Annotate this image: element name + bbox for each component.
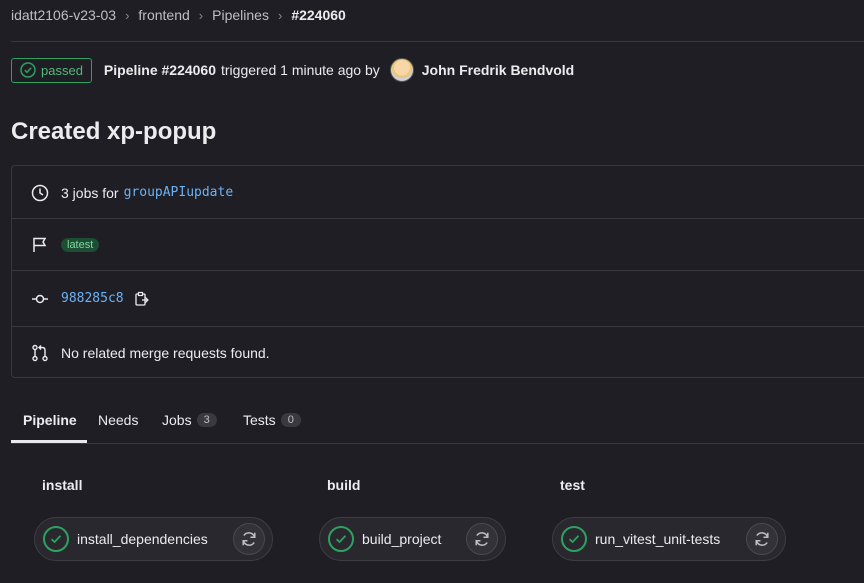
page-title: Created xp-popup: [11, 118, 217, 145]
retry-icon[interactable]: [233, 523, 265, 555]
stage-title-install: install: [42, 477, 83, 493]
status-label: passed: [41, 62, 83, 78]
pipeline-header: passed Pipeline #224060 triggered 1 minu…: [11, 57, 574, 83]
branch-link[interactable]: groupAPIupdate: [124, 185, 234, 200]
job-name: install_dependencies: [77, 531, 208, 547]
retry-icon[interactable]: [466, 523, 498, 555]
tab-jobs[interactable]: Jobs 3: [162, 400, 217, 440]
retry-icon[interactable]: [746, 523, 778, 555]
tab-jobs-label: Jobs: [162, 412, 192, 428]
tab-needs-label: Needs: [98, 412, 139, 428]
tab-tests[interactable]: Tests 0: [243, 400, 301, 440]
header-divider: [11, 41, 864, 42]
check-circle-icon: [20, 62, 36, 78]
check-circle-icon: [328, 526, 354, 552]
check-circle-icon: [43, 526, 69, 552]
breadcrumb-item-pipelines[interactable]: Pipelines: [212, 7, 269, 23]
job-run-vitest-unit-tests[interactable]: run_vitest_unit-tests: [552, 517, 786, 561]
pipeline-tabs: Pipeline Needs Jobs 3 Tests 0: [11, 400, 864, 444]
merge-request-text: No related merge requests found.: [61, 345, 270, 361]
commit-sha[interactable]: 988285c8: [61, 291, 124, 306]
job-install-dependencies[interactable]: install_dependencies: [34, 517, 273, 561]
breadcrumb-item-repo[interactable]: frontend: [138, 7, 189, 23]
latest-badge: latest: [61, 238, 100, 252]
commit-row: 988285c8: [12, 271, 864, 326]
stage-title-test: test: [560, 477, 585, 493]
pipeline-meta: Pipeline #224060 triggered 1 minute ago …: [104, 58, 574, 82]
tab-pipeline-label: Pipeline: [23, 412, 77, 428]
breadcrumb-separator: ›: [277, 7, 283, 23]
copy-icon[interactable]: [132, 290, 150, 308]
jobs-row: 3 jobs for groupAPIupdate: [12, 166, 864, 219]
pipeline-info-box: 3 jobs for groupAPIupdate latest 988285c…: [11, 165, 864, 378]
tab-needs[interactable]: Needs: [98, 400, 138, 440]
tests-count-badge: 0: [280, 413, 301, 427]
breadcrumb-current[interactable]: #224060: [291, 7, 346, 23]
avatar[interactable]: [389, 58, 414, 82]
breadcrumb-separator: ›: [198, 7, 204, 23]
tab-pipeline[interactable]: Pipeline: [23, 400, 77, 440]
breadcrumb: idatt2106-v23-03 › frontend › Pipelines …: [11, 6, 346, 24]
job-build-project[interactable]: build_project: [319, 517, 506, 561]
merge-request-icon: [31, 344, 49, 362]
pipeline-id: Pipeline #224060: [103, 62, 216, 78]
tab-tests-label: Tests: [243, 412, 276, 428]
tabs-divider: [11, 443, 864, 444]
job-name: build_project: [362, 531, 442, 547]
merge-request-row: No related merge requests found.: [12, 327, 864, 379]
stage-title-build: build: [327, 477, 361, 493]
clock-icon: [31, 184, 49, 202]
breadcrumb-separator: ›: [125, 7, 130, 23]
check-circle-icon: [561, 526, 587, 552]
breadcrumb-item-project[interactable]: idatt2106-v23-03: [11, 7, 116, 23]
flag-icon: [31, 236, 49, 254]
job-name: run_vitest_unit-tests: [595, 531, 721, 547]
status-badge[interactable]: passed: [11, 57, 92, 83]
author-name[interactable]: John Fredrik Bendvold: [422, 62, 574, 78]
jobs-count-badge: 3: [196, 413, 217, 427]
commit-icon: [31, 290, 49, 308]
triggered-text: triggered 1 minute ago by: [221, 62, 380, 78]
jobs-count-text: 3 jobs for: [61, 184, 119, 201]
latest-row: latest: [12, 219, 864, 271]
